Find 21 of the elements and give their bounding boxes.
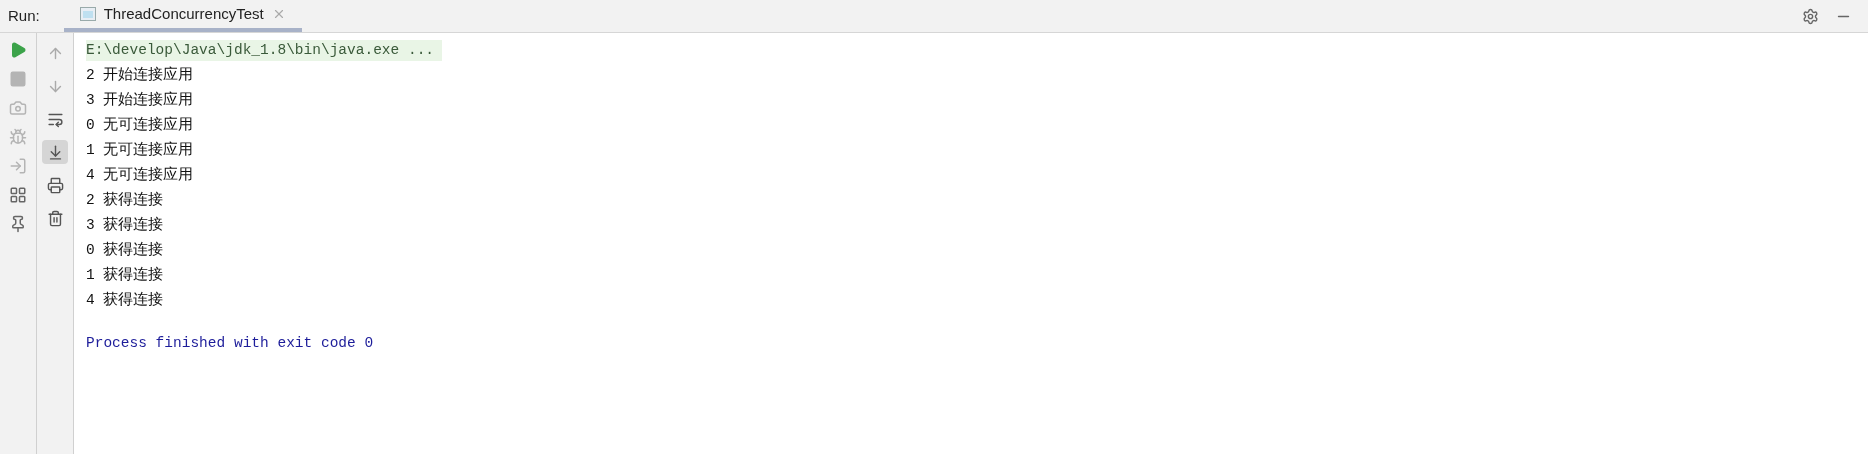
console-line: 1 无可连接应用 <box>86 140 194 160</box>
console-line: 0 获得连接 <box>86 240 164 260</box>
window-icon <box>79 7 96 21</box>
console-line: 4 获得连接 <box>86 290 164 310</box>
run-tab[interactable]: ThreadConcurrencyTest <box>63 0 302 32</box>
run-label: Run: <box>8 5 40 26</box>
exit-message: Process finished with exit code 0 <box>86 333 374 353</box>
scroll-to-end-button[interactable] <box>42 140 68 164</box>
run-icon[interactable] <box>9 41 27 59</box>
console-line: 0 无可连接应用 <box>86 115 194 135</box>
pin-icon[interactable] <box>9 215 27 233</box>
printer-icon <box>46 176 64 194</box>
console-line: 3 获得连接 <box>86 215 164 235</box>
layout-icon[interactable] <box>9 186 27 204</box>
settings-icon[interactable] <box>1802 7 1819 25</box>
console-line: 2 开始连接应用 <box>86 65 194 85</box>
console-line: 2 获得连接 <box>86 190 164 210</box>
trash-icon <box>46 209 64 227</box>
console-line: 4 无可连接应用 <box>86 165 194 185</box>
console-line: 1 获得连接 <box>86 265 164 285</box>
console-line: 3 开始连接应用 <box>86 90 194 110</box>
